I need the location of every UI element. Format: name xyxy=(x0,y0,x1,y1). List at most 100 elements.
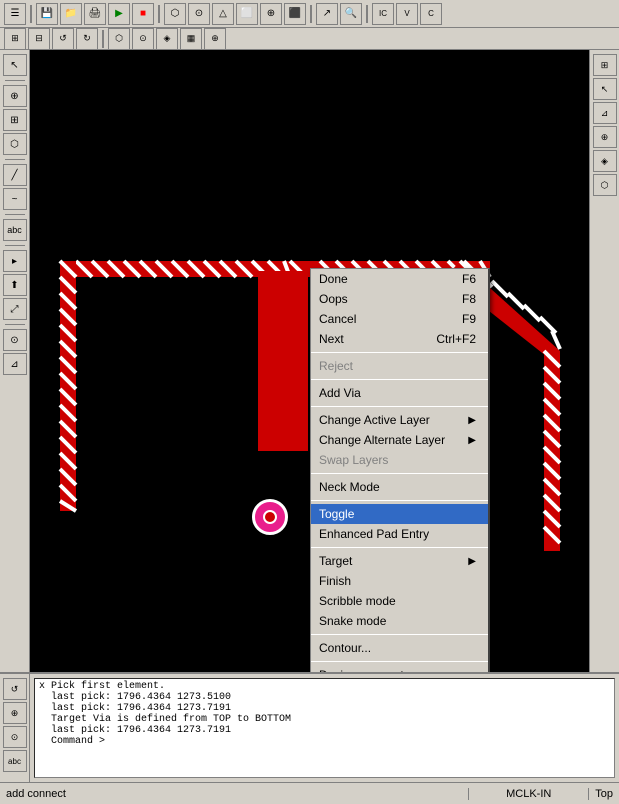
bottom-left-sidebar: ↺ ⊕ ⊙ abc xyxy=(0,674,30,782)
menu-item-addvia[interactable]: Add Via xyxy=(311,383,488,403)
menu-arrow-change-alt: ▶ xyxy=(468,435,476,446)
menu-item-scribble[interactable]: Scribble mode xyxy=(311,591,488,611)
menu-item-cancel[interactable]: Cancel F9 xyxy=(311,309,488,329)
menu-label-done: Done xyxy=(319,272,348,286)
toolbar-btn-run[interactable]: ▶ xyxy=(108,3,130,25)
toolbar-btn-cursor[interactable]: ↗ xyxy=(316,3,338,25)
menu-item-change-active[interactable]: Change Active Layer ▶ xyxy=(311,410,488,430)
log-text-4: Target Via is defined from TOP to BOTTOM xyxy=(51,714,291,725)
toolbar-btn-cross[interactable]: ⊕ xyxy=(260,3,282,25)
toolbar2-btn7[interactable]: ◈ xyxy=(156,28,178,50)
sidebar-btn-line[interactable]: ╱ xyxy=(3,164,27,186)
menu-sep-6 xyxy=(311,547,488,548)
toolbar-btn-chip[interactable]: IC xyxy=(372,3,394,25)
t2-sep1 xyxy=(102,30,104,48)
bottom-sidebar-btn3[interactable]: ⊙ xyxy=(3,726,27,748)
bottom-sidebar-btn4[interactable]: abc xyxy=(3,750,27,772)
toolbar2-btn4[interactable]: ↻ xyxy=(76,28,98,50)
toolbar-btn-print[interactable]: 🖨 xyxy=(84,3,106,25)
sidebar-btn-sq[interactable]: ⊞ xyxy=(3,109,27,131)
menu-sep-8 xyxy=(311,661,488,662)
sidebar-btn-circ[interactable]: ⊙ xyxy=(3,329,27,351)
toolbar2-btn2[interactable]: ⊟ xyxy=(28,28,50,50)
menu-item-next[interactable]: Next Ctrl+F2 xyxy=(311,329,488,349)
toolbar2-btn9[interactable]: ⊕ xyxy=(204,28,226,50)
menu-item-toggle[interactable]: Toggle xyxy=(311,504,488,524)
menu-sep-5 xyxy=(311,500,488,501)
menu-sep-4 xyxy=(311,473,488,474)
menu-item-oops[interactable]: Oops F8 xyxy=(311,289,488,309)
toolbar-btn-save[interactable]: 💾 xyxy=(36,3,58,25)
toolbar-btn-menu[interactable]: ☰ xyxy=(4,3,26,25)
log-line-5: last pick: 1796.4364 1273.7191 xyxy=(39,725,610,736)
toolbar2-btn1[interactable]: ⊞ xyxy=(4,28,26,50)
right-sidebar-btn5[interactable]: ◈ xyxy=(593,150,617,172)
menu-sep-1 xyxy=(311,352,488,353)
right-sidebar-btn3[interactable]: ⊿ xyxy=(593,102,617,124)
main-layout: ↖ ⊕ ⊞ ⬡ ╱ ~ abc ▸ ⬆ ⤢ ⊙ ⊿ xyxy=(0,50,619,672)
bottom-sidebar-btn2[interactable]: ⊕ xyxy=(3,702,27,724)
toolbar-btn-tri[interactable]: △ xyxy=(212,3,234,25)
toolbar2-btn8[interactable]: ▦ xyxy=(180,28,202,50)
toolbar-btn-stop[interactable]: ■ xyxy=(132,3,154,25)
sidebar-btn-text[interactable]: abc xyxy=(3,219,27,241)
log-line-3: last pick: 1796.4364 1273.7191 xyxy=(39,703,610,714)
sidebar-btn-wave[interactable]: ~ xyxy=(3,188,27,210)
sidebar-btn-arrow[interactable]: ▸ xyxy=(3,250,27,272)
log-line-4: Target Via is defined from TOP to BOTTOM xyxy=(39,714,610,725)
toolbar-btn-via[interactable]: V xyxy=(396,3,418,25)
sidebar-btn-add[interactable]: ⊕ xyxy=(3,85,27,107)
log-text-5: last pick: 1796.4364 1273.7191 xyxy=(51,725,231,736)
menu-label-target: Target xyxy=(319,554,352,568)
toolbar-btn-open[interactable]: 📁 xyxy=(60,3,82,25)
status-layer: Top xyxy=(589,788,619,800)
bottom-panel: ↺ ⊕ ⊙ abc x Pick first element. last pic… xyxy=(0,672,619,782)
toolbar-btn-sq[interactable]: ⬜ xyxy=(236,3,258,25)
cursor-inner xyxy=(263,510,277,524)
menu-item-finish[interactable]: Finish xyxy=(311,571,488,591)
separator4 xyxy=(366,5,368,23)
bottom-sidebar-btn1[interactable]: ↺ xyxy=(3,678,27,700)
log-text-1: Pick first element. xyxy=(51,681,165,692)
sidebar-btn-diag[interactable]: ⤢ xyxy=(3,298,27,320)
menu-item-change-alt[interactable]: Change Alternate Layer ▶ xyxy=(311,430,488,450)
menu-item-design[interactable]: Design parameters... xyxy=(311,665,488,672)
sb-sep1 xyxy=(5,80,25,81)
menu-item-neck[interactable]: Neck Mode xyxy=(311,477,488,497)
toolbar-btn-zoom[interactable]: 🔍 xyxy=(340,3,362,25)
menu-item-snake[interactable]: Snake mode xyxy=(311,611,488,631)
toolbar-btn-circle[interactable]: ⊙ xyxy=(188,3,210,25)
context-menu: Done F6 Oops F8 Cancel F9 Next Ctrl+F2 R… xyxy=(310,268,490,672)
right-sidebar-btn6[interactable]: ⬡ xyxy=(593,174,617,196)
menu-item-target[interactable]: Target ▶ xyxy=(311,551,488,571)
sidebar-btn-up[interactable]: ⬆ xyxy=(3,274,27,296)
sidebar-btn-hex[interactable]: ⬡ xyxy=(3,133,27,155)
status-add-connect: add connect xyxy=(0,788,469,800)
right-sidebar-btn4[interactable]: ⊕ xyxy=(593,126,617,148)
sidebar-btn-select[interactable]: ↖ xyxy=(3,54,27,76)
right-sidebar-btn2[interactable]: ↖ xyxy=(593,78,617,100)
menu-arrow-change-active: ▶ xyxy=(468,415,476,426)
sb-sep5 xyxy=(5,324,25,325)
menu-item-contour[interactable]: Contour... xyxy=(311,638,488,658)
right-sidebar-btn1[interactable]: ⊞ xyxy=(593,54,617,76)
sidebar-btn-tri[interactable]: ⊿ xyxy=(3,353,27,375)
status-net-name: MCLK-IN xyxy=(469,788,589,800)
toolbar-btn-conn[interactable]: C xyxy=(420,3,442,25)
menu-arrow-target: ▶ xyxy=(468,556,476,567)
toolbar2-btn5[interactable]: ⬡ xyxy=(108,28,130,50)
menu-shortcut-cancel: F9 xyxy=(462,312,476,326)
sb-sep3 xyxy=(5,214,25,215)
toolbar-btn-hex[interactable]: ⬡ xyxy=(164,3,186,25)
menu-item-done[interactable]: Done F6 xyxy=(311,269,488,289)
toolbar2-btn6[interactable]: ⊙ xyxy=(132,28,154,50)
log-line-6: Command > xyxy=(39,736,610,747)
menu-item-enhanced[interactable]: Enhanced Pad Entry xyxy=(311,524,488,544)
toolbar2-btn3[interactable]: ↺ xyxy=(52,28,74,50)
toolbar-btn-sq2[interactable]: ⬛ xyxy=(284,3,306,25)
log-line-1: x Pick first element. xyxy=(39,681,610,692)
menu-label-swap: Swap Layers xyxy=(319,453,388,467)
command-log: x Pick first element. last pick: 1796.43… xyxy=(34,678,615,778)
canvas-area: Done F6 Oops F8 Cancel F9 Next Ctrl+F2 R… xyxy=(30,50,589,672)
menu-label-finish: Finish xyxy=(319,574,351,588)
